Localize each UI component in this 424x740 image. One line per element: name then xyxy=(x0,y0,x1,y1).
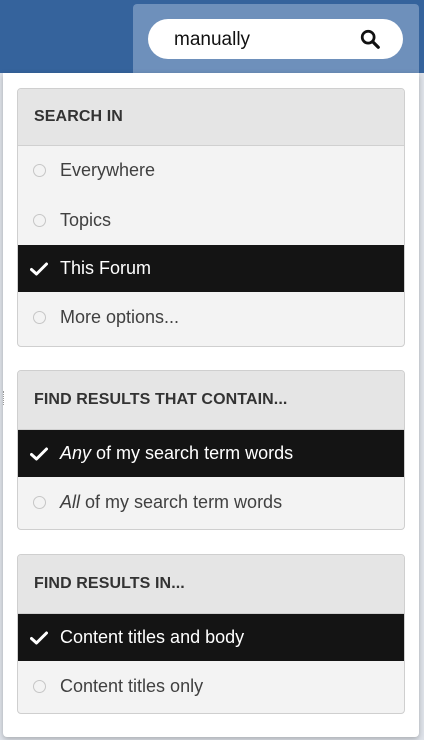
check-icon xyxy=(30,447,48,460)
option-label-rest: of my search term words xyxy=(91,443,294,463)
divider xyxy=(3,391,6,405)
option-label: Everywhere xyxy=(60,160,156,180)
option-more-options[interactable]: More options... xyxy=(18,292,404,343)
option-label-rest: of my search term words xyxy=(80,492,283,512)
radio-icon xyxy=(32,213,46,227)
option-topics[interactable]: Topics xyxy=(18,195,404,245)
option-this-forum[interactable]: This Forum xyxy=(18,245,404,292)
option-everywhere[interactable]: Everywhere xyxy=(18,146,404,195)
radio-icon xyxy=(32,164,46,177)
option-label: Content titles only xyxy=(60,676,204,696)
option-all-words[interactable]: All of my search term words xyxy=(18,477,404,528)
option-label: More options... xyxy=(60,307,180,327)
check-icon xyxy=(30,262,48,275)
check-icon xyxy=(30,631,48,644)
group-header-search-in: SEARCH IN xyxy=(18,89,404,146)
radio-icon xyxy=(32,311,46,324)
results-in-group: FIND RESULTS IN... Content titles and bo… xyxy=(17,554,405,714)
option-label: Content titles and body xyxy=(60,627,245,647)
option-label: Topics xyxy=(60,209,112,230)
option-label-emphasis: All xyxy=(60,492,81,512)
search-in-group: SEARCH IN Everywhere Topics This Forum M… xyxy=(17,88,405,347)
option-label: This Forum xyxy=(60,258,152,278)
search-input[interactable]: manually xyxy=(148,19,403,59)
radio-icon xyxy=(32,680,46,693)
radio-icon xyxy=(32,496,46,509)
option-label-emphasis: Any xyxy=(60,443,92,463)
option-label: All of my search term words xyxy=(60,492,282,513)
group-header-contain: FIND RESULTS THAT CONTAIN... xyxy=(18,371,404,430)
option-titles-only[interactable]: Content titles only xyxy=(18,661,404,712)
option-label: Any of my search term words xyxy=(60,443,293,464)
search-icon[interactable] xyxy=(359,28,381,50)
contain-group: FIND RESULTS THAT CONTAIN... Any of my s… xyxy=(17,370,405,530)
search-query-text: manually xyxy=(174,29,251,50)
option-titles-and-body[interactable]: Content titles and body xyxy=(18,614,404,661)
option-any-words[interactable]: Any of my search term words xyxy=(18,430,404,477)
group-header-results-in: FIND RESULTS IN... xyxy=(18,555,404,614)
